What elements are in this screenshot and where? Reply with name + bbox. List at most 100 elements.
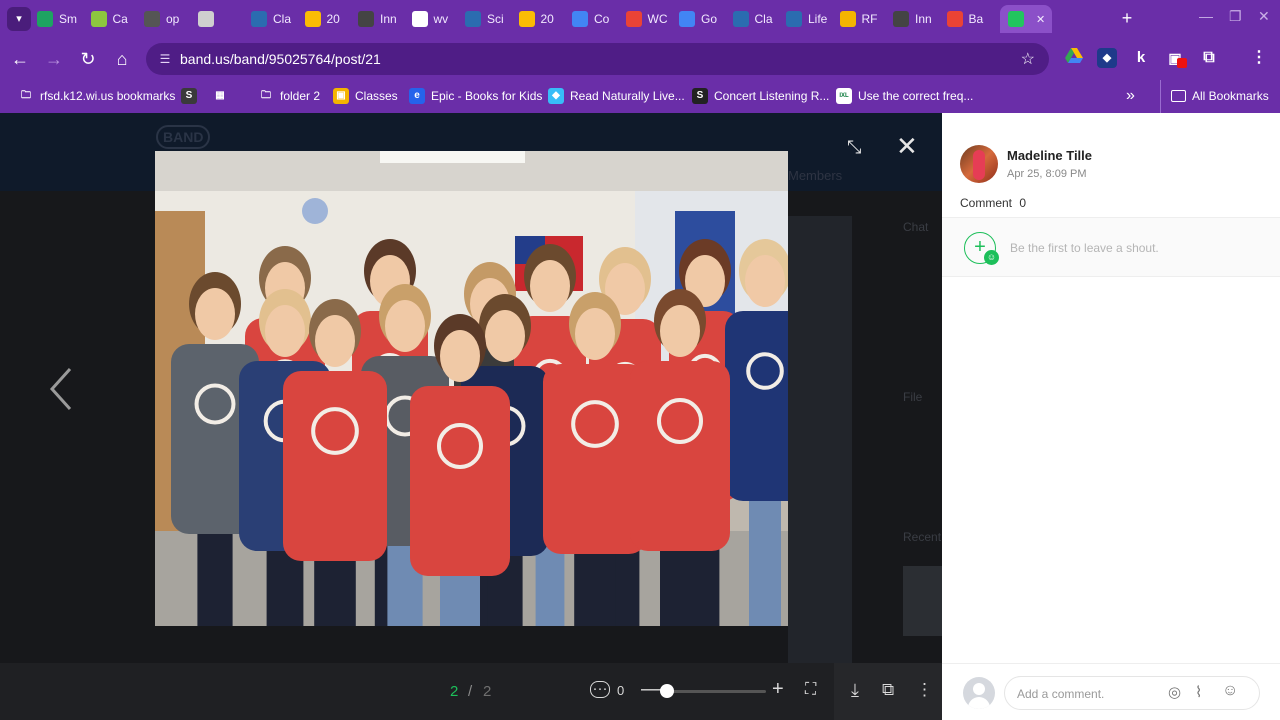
page-content: BAND Members Chat File Recent ⤡ ✕ 2 / 2 …: [0, 113, 1280, 720]
tab-7[interactable]: wv: [411, 8, 460, 30]
url-text[interactable]: band.us/band/95025764/post/21: [180, 51, 381, 67]
all-bookmarks-button[interactable]: All Bookmarks: [1171, 86, 1269, 106]
zoom-out-icon[interactable]: —: [641, 678, 661, 701]
tab-label: wv: [433, 12, 449, 26]
add-comment-input[interactable]: Add a comment. ◎ ⌇ ☺: [1004, 676, 1260, 710]
bookmark-4[interactable]: ▣ Classes: [333, 86, 398, 106]
author-avatar[interactable]: [960, 145, 998, 183]
my-avatar: [963, 677, 995, 709]
current-page: 2: [450, 683, 459, 700]
tab-label: WC: [647, 12, 668, 26]
tab-9[interactable]: 20: [518, 8, 567, 30]
tab-label: Cla: [273, 12, 292, 26]
bookmark-5[interactable]: e Epic - Books for Kids: [409, 86, 542, 106]
more-options-icon[interactable]: ⋮: [916, 680, 933, 700]
bookmark-6[interactable]: ◆ Read Naturally Live...: [548, 86, 685, 106]
bookmark-0[interactable]: 🗀 rfsd.k12.wi.us bookmarks: [18, 86, 175, 106]
author-name[interactable]: Madeline Tille: [1007, 148, 1092, 163]
tab-11[interactable]: WC: [625, 8, 674, 30]
bookmark-3[interactable]: 🗀 folder 2: [258, 86, 320, 106]
back-button[interactable]: ←: [8, 47, 32, 71]
browser-toolbar: ← → ↻ ⌂ ☰ band.us/band/95025764/post/21 …: [0, 38, 1280, 80]
minimize-icon[interactable]: —: [1199, 8, 1213, 24]
close-viewer-icon[interactable]: ✕: [896, 133, 918, 159]
copy-icon[interactable]: ⧉: [882, 680, 894, 700]
tab-10[interactable]: Co: [572, 8, 620, 30]
tab-13[interactable]: Cla: [732, 8, 781, 30]
tab-6[interactable]: Inn: [358, 8, 406, 30]
google-drive-extension-icon[interactable]: [1064, 48, 1084, 68]
bookmarks-overflow-icon[interactable]: »: [1126, 86, 1135, 106]
comment-bubble-icon[interactable]: ···: [590, 681, 610, 698]
shout-row[interactable]: + ☺ Be the first to leave a shout.: [942, 217, 1280, 277]
close-window-icon[interactable]: ✕: [1258, 8, 1270, 25]
zoom-in-icon[interactable]: +: [772, 678, 784, 701]
viewer-comment-count: 0: [617, 683, 625, 698]
google-drive-icon: [518, 11, 535, 27]
tab-2[interactable]: op: [144, 8, 192, 30]
google-drive-icon: [304, 11, 321, 27]
google-docs-icon: [679, 11, 695, 27]
tab-3[interactable]: [197, 8, 246, 30]
site-info-icon[interactable]: ☰: [156, 50, 174, 68]
home-button[interactable]: ⌂: [110, 47, 134, 71]
tab-17[interactable]: Ba: [946, 8, 995, 30]
collapse-icon[interactable]: ⤡: [847, 137, 861, 158]
total-pages: 2: [483, 683, 492, 700]
tab-14[interactable]: Life: [786, 8, 834, 30]
zoom-slider[interactable]: [660, 684, 766, 698]
bookmarks-bar: 🗀 rfsd.k12.wi.us bookmarks S ▦ 🗀 folder 2 ▣ Cla…: [0, 80, 1280, 113]
bookmark-7[interactable]: S Concert Listening R...: [692, 86, 829, 106]
fullscreen-icon[interactable]: ⛶: [805, 681, 816, 699]
tab-12[interactable]: Go: [679, 8, 727, 30]
attachment-icon[interactable]: ⌇: [1195, 683, 1202, 701]
group-photo-image: [155, 151, 788, 626]
pearson-icon: [465, 11, 481, 27]
tab-5[interactable]: 20: [304, 8, 353, 30]
tab-8[interactable]: Sci: [465, 8, 513, 30]
extension-shield-icon[interactable]: ◆: [1097, 48, 1117, 68]
tab-16[interactable]: Inn: [893, 8, 941, 30]
download-icon[interactable]: ⤓: [851, 680, 859, 701]
ixl-icon: IXL: [836, 88, 852, 104]
tab-label: Life: [808, 12, 828, 26]
extension-alert-icon[interactable]: ▣: [1165, 48, 1187, 68]
bookmark-2[interactable]: ▦: [212, 86, 228, 106]
tab-strip: ▾ Sm Ca op Cla 20 Inn wv Sci 20 Co WC Go Cla Life RF In…: [0, 0, 1280, 38]
folder-icon: 🗀: [261, 90, 271, 101]
forward-button[interactable]: →: [42, 47, 66, 71]
managed-folder-icon: 🗀: [21, 90, 31, 101]
tab-search-button[interactable]: ▾: [7, 7, 31, 31]
reload-button[interactable]: ↻: [76, 47, 100, 71]
zoom-slider-handle[interactable]: [660, 684, 674, 698]
smile-badge-icon: ☺: [984, 250, 999, 265]
bookmark-8[interactable]: IXL Use the correct freq...: [836, 86, 973, 106]
spotify-circle-icon: S: [692, 88, 708, 104]
add-comment-placeholder: Add a comment.: [1017, 687, 1105, 701]
tab-1[interactable]: Ca: [90, 8, 139, 30]
bookmarks-divider: [1160, 80, 1161, 113]
camera-icon[interactable]: ◎: [1168, 683, 1181, 701]
extensions-puzzle-icon[interactable]: ⧉: [1199, 48, 1219, 68]
emoji-icon[interactable]: ☺: [1222, 682, 1238, 700]
address-bar[interactable]: ☰ band.us/band/95025764/post/21 ☆: [146, 43, 1049, 75]
tab-15[interactable]: RF: [839, 8, 888, 30]
folder-icon: [1171, 90, 1186, 102]
restore-icon[interactable]: ❐: [1229, 8, 1242, 25]
close-tab-icon[interactable]: ✕: [1036, 13, 1045, 26]
tab-4[interactable]: Cla: [251, 8, 299, 30]
add-shout-icon[interactable]: + ☺: [964, 232, 999, 265]
browser-menu-icon[interactable]: ⋮: [1249, 48, 1269, 68]
tab-18[interactable]: ✕: [1000, 5, 1052, 33]
bookmark-1[interactable]: S: [181, 86, 197, 106]
bookmark-star-icon[interactable]: ☆: [1021, 49, 1035, 69]
chevron-left-icon: [49, 367, 72, 411]
tab-0[interactable]: Sm: [37, 8, 85, 30]
new-tab-button[interactable]: +: [1117, 8, 1137, 29]
pearson-icon: [786, 11, 802, 27]
bookmark-label: Use the correct freq...: [858, 89, 974, 103]
previous-photo-button[interactable]: [44, 365, 76, 413]
bookmark-label: folder 2: [280, 89, 321, 103]
kami-extension-icon[interactable]: k: [1131, 48, 1151, 68]
tab-label: 20: [540, 12, 554, 26]
